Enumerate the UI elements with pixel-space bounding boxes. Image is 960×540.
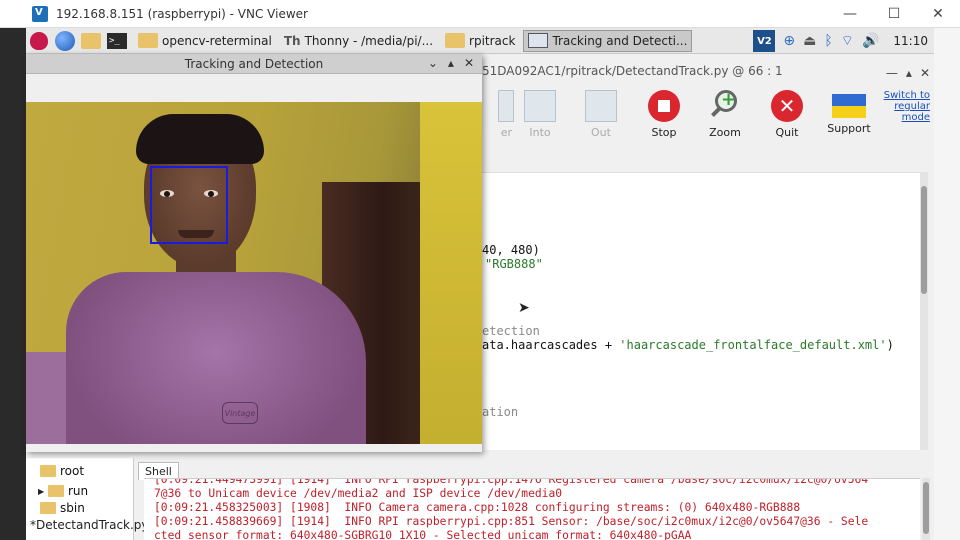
hair <box>136 114 264 164</box>
raspberry-icon <box>30 31 48 50</box>
vnc-logo-icon <box>32 5 48 22</box>
browser-launcher[interactable] <box>54 30 76 52</box>
mouse-cursor-icon: ➤ <box>518 300 530 316</box>
camera-feed: Vintage <box>26 102 482 444</box>
terminal-icon: >_ <box>107 32 127 49</box>
vnc-frame-right <box>934 28 960 540</box>
folder-icon <box>40 465 56 477</box>
maximize-button[interactable]: ▴ <box>906 66 912 80</box>
ukraine-flag-icon <box>832 94 866 118</box>
window-icon <box>528 33 549 48</box>
volume-icon[interactable]: 🔊 <box>862 33 879 49</box>
shell-line: [0:09:21.449473991] [1914] INFO RPI rasp… <box>154 478 869 486</box>
stop-icon <box>648 90 680 122</box>
thonny-title: 51DA092AC1/rpitrack/DetectandTrack.py @ … <box>482 64 783 78</box>
shirt <box>66 272 366 444</box>
download-icon[interactable]: ⊕ <box>783 33 795 49</box>
vnc-window-title: 192.168.8.151 (raspberrypi) - VNC Viewer <box>56 6 308 21</box>
shell-output[interactable]: [0:09:21.449473991] [1914] INFO RPI rasp… <box>144 478 920 540</box>
step-out-button[interactable]: Out <box>576 90 626 139</box>
close-button[interactable]: ✕ <box>916 0 960 28</box>
code-line: ata.haarcascades + 'haarcascade_frontalf… <box>482 338 894 352</box>
folder-icon <box>81 32 101 49</box>
shell-line: [0:09:21.458325003] [1908] INFO Camera c… <box>154 501 801 514</box>
minimize-button[interactable]: — <box>886 66 898 80</box>
code-line: ation <box>482 405 519 419</box>
code-line: 40, 480) <box>482 243 540 257</box>
shell-scrollbar[interactable] <box>922 478 930 540</box>
code-line: etection <box>482 324 540 338</box>
cv-window-title: Tracking and Detection <box>184 56 324 71</box>
shell-line: [0:09:21.458839669] [1914] INFO RPI rasp… <box>154 515 869 528</box>
zoom-icon <box>709 89 741 122</box>
step-out-icon <box>585 90 617 122</box>
maximize-button[interactable]: ▴ <box>448 56 454 70</box>
step-into-button[interactable]: Into <box>515 90 565 139</box>
task-label: rpitrack <box>469 33 516 48</box>
terminal-launcher[interactable]: >_ <box>106 30 128 52</box>
taskbar: >_ opencv-reterminal Th Thonny - /media/… <box>26 28 934 54</box>
thonny-icon: Th <box>283 33 301 48</box>
shirt-print: Vintage <box>222 402 258 424</box>
stop-button[interactable]: Stop <box>639 90 689 139</box>
background-wall-right <box>420 102 482 444</box>
cv-window-title-bar: Tracking and Detection ⌄ ▴ ✕ <box>26 54 482 74</box>
step-into-icon <box>524 90 556 122</box>
minimize-button[interactable]: ⌄ <box>428 56 438 70</box>
support-button[interactable]: Support <box>824 90 874 135</box>
folder-icon <box>138 33 158 48</box>
bluetooth-icon[interactable]: ᛒ <box>824 33 832 49</box>
task-rpitrack[interactable]: rpitrack <box>441 30 519 52</box>
quit-button[interactable]: ✕ Quit <box>762 90 812 139</box>
eject-icon[interactable]: ⏏ <box>803 33 816 49</box>
vnc-window-controls: — ☐ ✕ <box>828 0 960 28</box>
files-panel: root ▶ run sbin *DetectandTrack.py <box>26 458 149 540</box>
thonny-window-controls: — ▴ ✕ <box>886 66 930 80</box>
globe-icon <box>55 30 75 51</box>
folder-icon <box>445 33 466 48</box>
shell-line: cted sensor format: 640x480-SGBRG10_1X10… <box>154 529 692 540</box>
zoom-button[interactable]: Zoom <box>700 89 750 139</box>
task-label: Thonny - /media/pi/... <box>304 33 434 48</box>
close-button[interactable]: ✕ <box>920 66 930 80</box>
file-tree-item[interactable]: sbin <box>40 502 85 514</box>
file-tree-item[interactable]: ▶ run <box>38 482 88 500</box>
editor-file-tab[interactable]: *DetectandTrack.py <box>30 518 149 532</box>
shell-line: 7@36 to Unicam device /dev/media2 and IS… <box>154 487 563 500</box>
task-opencv-reterminal[interactable]: opencv-reterminal <box>134 30 276 52</box>
folder-icon <box>48 485 64 497</box>
close-button[interactable]: ✕ <box>464 56 474 70</box>
clock: 11:10 <box>893 34 928 48</box>
raspberry-menu-button[interactable] <box>28 30 50 52</box>
cv-window-controls: ⌄ ▴ ✕ <box>428 56 474 70</box>
thonny-lower-panel: root ▶ run sbin *DetectandTrack.py Shell… <box>26 458 934 540</box>
file-manager-launcher[interactable] <box>80 30 102 52</box>
task-label: opencv-reterminal <box>162 33 272 48</box>
editor-scrollbar[interactable] <box>920 172 928 450</box>
task-tracking-detection[interactable]: Tracking and Detecti... <box>523 29 693 52</box>
file-tree-item[interactable]: root <box>40 462 84 480</box>
expand-arrow-icon[interactable]: ▶ <box>38 487 44 496</box>
wifi-icon[interactable]: ⌔ <box>841 32 854 50</box>
vnc-frame-left <box>0 28 26 540</box>
maximize-button[interactable]: ☐ <box>872 0 916 28</box>
tracking-detection-window: Tracking and Detection ⌄ ▴ ✕ Vintage <box>26 54 482 452</box>
vnc-server-tray-icon[interactable]: V2 <box>753 30 776 52</box>
folder-icon <box>40 502 56 514</box>
vnc-title-bar: 192.168.8.151 (raspberrypi) - VNC Viewer… <box>0 0 960 28</box>
switch-mode-link[interactable]: Switch to regular mode <box>878 90 930 123</box>
code-line: "RGB888" <box>485 257 543 271</box>
code-editor[interactable]: 40, 480) "RGB888" etection ata.haarcasca… <box>482 172 922 450</box>
quit-icon: ✕ <box>771 90 803 122</box>
task-thonny[interactable]: Th Thonny - /media/pi/... <box>280 30 437 52</box>
minimize-button[interactable]: — <box>828 0 872 28</box>
step-over-icon <box>498 90 514 122</box>
face-detection-box <box>150 166 228 244</box>
task-label: Tracking and Detecti... <box>552 33 688 48</box>
system-tray: V2 ⊕ ⏏ ᛒ ⌔ 🔊 11:10 <box>753 28 928 54</box>
